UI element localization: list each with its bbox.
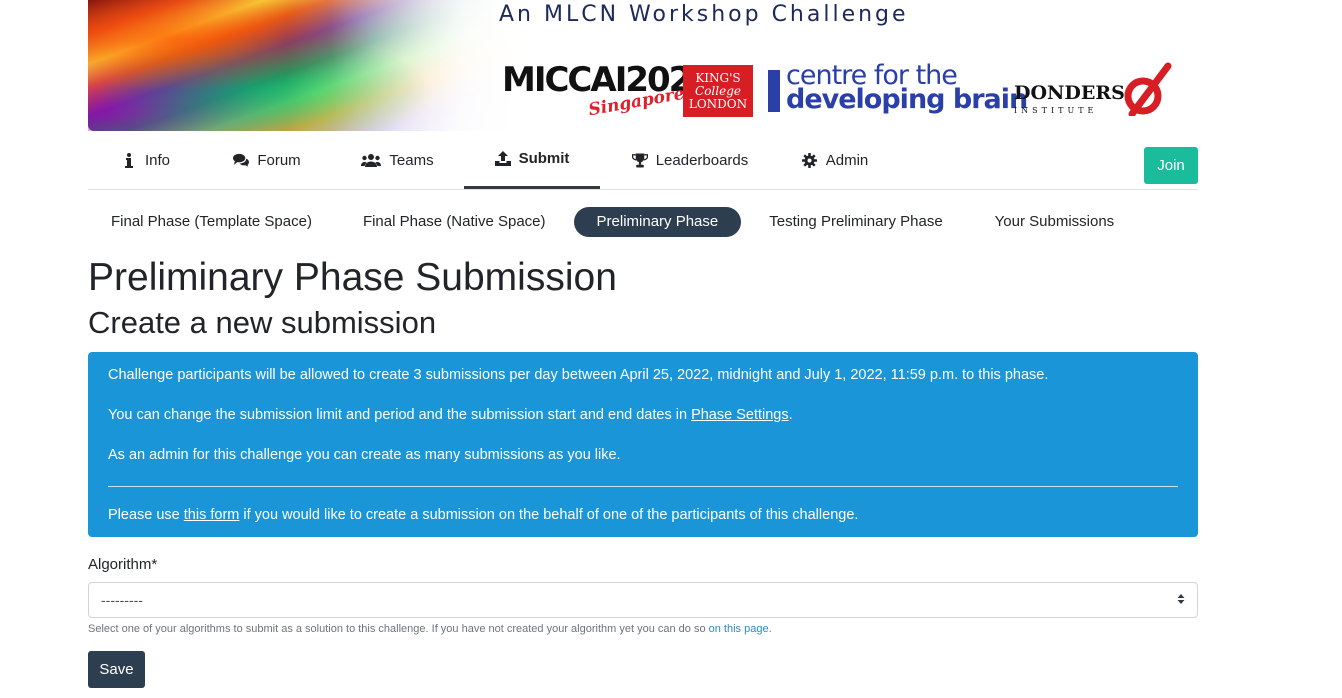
phase-settings-text: You can change the submission limit and …: [108, 406, 1178, 425]
nav-item-info[interactable]: Info: [88, 131, 203, 189]
info-icon: [121, 152, 137, 168]
section-title: Create a new submission: [88, 305, 437, 340]
kcl-logo: KING'S College LONDON: [683, 65, 753, 117]
algorithm-label: Algorithm*: [88, 556, 158, 573]
admin-note-text: As an admin for this challenge you can c…: [108, 447, 621, 463]
users-icon: [361, 152, 382, 168]
nav-item-submit[interactable]: Submit: [464, 131, 600, 189]
main-nav: Info Forum Teams Submit Leaderboards Adm…: [88, 131, 1198, 190]
algorithm-help-text: Select one of your algorithms to submit …: [88, 623, 1198, 635]
alert-divider: [108, 486, 1178, 487]
phase-tabs: Final Phase (Template Space) Final Phase…: [88, 190, 1198, 254]
this-form-link[interactable]: this form: [184, 507, 240, 523]
trophy-icon: [631, 152, 648, 168]
gear-icon: [802, 152, 818, 168]
donders-logo-text: DONDERS: [1014, 82, 1125, 104]
cdb-logo-line2: developing brain: [786, 84, 1028, 115]
cdb-logo: centre for the developing brain: [786, 62, 1028, 115]
banner-artwork: [88, 0, 528, 131]
nav-item-teams[interactable]: Teams: [331, 131, 464, 189]
nav-item-admin[interactable]: Admin: [780, 131, 890, 189]
nav-item-label: Leaderboards: [655, 151, 749, 169]
kcl-logo-line3: LONDON: [688, 96, 748, 111]
tab-your-submissions[interactable]: Your Submissions: [971, 207, 1139, 237]
submission-limit-text: Challenge participants will be allowed t…: [108, 367, 1049, 383]
donders-mark-icon: [1124, 62, 1172, 116]
nav-item-label: Submit: [518, 150, 570, 167]
algorithm-help-suffix: .: [768, 623, 772, 635]
kcl-logo-line2: College: [695, 83, 741, 98]
nav-item-forum[interactable]: Forum: [203, 131, 331, 189]
algorithm-help-prefix: Select one of your algorithms to submit …: [88, 623, 709, 635]
algorithm-select[interactable]: ---------: [88, 582, 1198, 618]
cdb-logo-bar: [768, 70, 780, 112]
info-alert: Challenge participants will be allowed t…: [88, 352, 1198, 537]
phase-settings-suffix: .: [788, 407, 793, 423]
join-button[interactable]: Join: [1144, 147, 1198, 184]
phase-tab-preliminary[interactable]: Preliminary Phase: [573, 207, 742, 237]
page-title: Preliminary Phase Submission: [88, 256, 617, 299]
algorithm-select-value: ---------: [101, 592, 143, 608]
phase-tab-final-native[interactable]: Final Phase (Native Space): [335, 207, 574, 237]
phase-tab-final-template[interactable]: Final Phase (Template Space): [88, 207, 335, 237]
nav-item-label: Teams: [389, 151, 434, 169]
donders-logo: DONDERS INSTITUTE: [1014, 84, 1125, 120]
phase-settings-prefix: You can change the submission limit and …: [108, 407, 692, 423]
nav-item-label: Info: [144, 151, 171, 169]
donders-logo-sub: INSTITUTE: [1014, 106, 1098, 115]
nav-item-label: Forum: [257, 151, 301, 169]
comments-icon: [233, 152, 250, 168]
behalf-form-suffix: if you would like to create a submission…: [239, 507, 859, 523]
phase-tab-testing-preliminary[interactable]: Testing Preliminary Phase: [741, 207, 970, 237]
phase-settings-link[interactable]: Phase Settings: [691, 407, 789, 423]
select-arrows-icon: [1177, 592, 1185, 608]
behalf-form-text: Please use this form if you would like t…: [108, 506, 1178, 525]
nav-item-label: Admin: [825, 151, 869, 169]
upload-icon: [494, 151, 511, 167]
challenge-banner: An MLCN Workshop Challenge MICCAI2022 Si…: [88, 0, 1198, 131]
page-container: An MLCN Workshop Challenge MICCAI2022 Si…: [88, 0, 1198, 688]
banner-title: An MLCN Workshop Challenge: [499, 2, 909, 27]
algorithm-page-link[interactable]: on this page: [709, 623, 769, 635]
kcl-logo-line1: KING'S: [695, 70, 741, 85]
nav-item-leaderboards[interactable]: Leaderboards: [600, 131, 780, 189]
save-button[interactable]: Save: [88, 651, 145, 688]
behalf-form-prefix: Please use: [108, 507, 184, 523]
